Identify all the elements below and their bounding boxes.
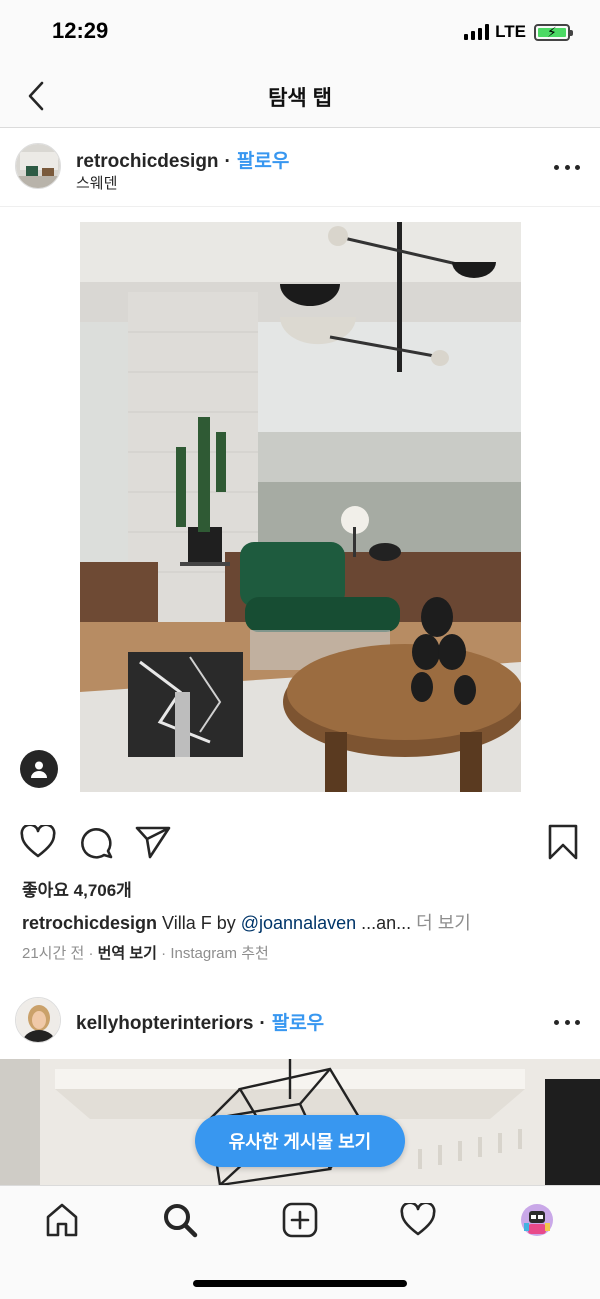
battery-icon: ⚡ bbox=[534, 23, 573, 41]
post-username-row: kellyhopterinteriors · 팔로우 bbox=[76, 1013, 325, 1034]
translate-link[interactable]: 번역 보기 bbox=[98, 945, 157, 962]
home-icon bbox=[46, 1203, 78, 1237]
home-indicator bbox=[193, 1280, 407, 1287]
heart-icon bbox=[20, 825, 56, 858]
page-title: 탐색 탭 bbox=[268, 87, 332, 110]
caption-more-link[interactable]: 더 보기 bbox=[411, 913, 471, 933]
save-button[interactable] bbox=[543, 822, 583, 862]
comment-icon bbox=[81, 828, 113, 859]
signal-icon bbox=[464, 24, 490, 40]
like-button[interactable] bbox=[18, 822, 58, 862]
bookmark-icon bbox=[548, 824, 578, 860]
post-header: retrochicdesign · 팔로우 스웨덴 bbox=[0, 129, 600, 207]
avatar[interactable] bbox=[15, 997, 61, 1043]
search-icon bbox=[164, 1204, 198, 1238]
add-post-icon bbox=[282, 1202, 318, 1238]
share-button[interactable] bbox=[133, 822, 173, 862]
post-username-row: retrochicdesign · 팔로우 bbox=[76, 151, 290, 172]
caption-ellipsis: ...an... bbox=[356, 913, 412, 933]
network-type: LTE bbox=[495, 22, 526, 41]
follow-button[interactable]: 팔로우 bbox=[272, 1013, 324, 1034]
user-tag-icon bbox=[31, 761, 47, 778]
tab-home[interactable] bbox=[40, 1198, 84, 1242]
tab-profile[interactable] bbox=[515, 1198, 559, 1242]
status-bar: 12:29 LTE ⚡ bbox=[0, 0, 600, 64]
post-location[interactable]: 스웨덴 bbox=[76, 172, 117, 193]
follow-button[interactable]: 팔로우 bbox=[237, 151, 289, 172]
recommended-label: Instagram 추천 bbox=[170, 945, 269, 962]
tab-new-post[interactable] bbox=[278, 1198, 322, 1242]
avatar[interactable] bbox=[15, 143, 61, 189]
post-caption: retrochicdesign Villa F by @joannalaven … bbox=[22, 909, 582, 935]
post-username[interactable]: retrochicdesign bbox=[76, 151, 219, 172]
post-photo[interactable] bbox=[80, 222, 521, 792]
tagged-users-button[interactable] bbox=[20, 750, 58, 788]
see-similar-posts-button[interactable]: 유사한 게시물 보기 bbox=[195, 1115, 405, 1167]
post-actions bbox=[0, 818, 600, 866]
caption-text: Villa F by bbox=[157, 913, 241, 933]
tab-search[interactable] bbox=[158, 1198, 202, 1242]
status-time: 12:29 bbox=[52, 18, 109, 43]
status-indicators: LTE ⚡ bbox=[464, 22, 573, 42]
more-options-button[interactable] bbox=[554, 157, 580, 177]
caption-username[interactable]: retrochicdesign bbox=[22, 913, 157, 933]
profile-avatar bbox=[521, 1204, 553, 1236]
bottom-tab-bar bbox=[0, 1185, 600, 1299]
paper-plane-icon bbox=[135, 826, 171, 859]
post-username[interactable]: kellyhopterinteriors bbox=[76, 1013, 253, 1034]
caption-mention[interactable]: @joannalaven bbox=[241, 913, 356, 933]
likes-count[interactable]: 좋아요 4,706개 bbox=[22, 876, 132, 901]
post-header: kellyhopterinteriors · 팔로우 bbox=[0, 983, 600, 1059]
tab-activity[interactable] bbox=[396, 1198, 440, 1242]
more-options-button[interactable] bbox=[554, 1012, 580, 1032]
nav-bar: 탐색 탭 bbox=[0, 64, 600, 128]
post-meta: 21시간 전 · 번역 보기 · Instagram 추천 bbox=[22, 945, 269, 962]
activity-heart-icon bbox=[400, 1203, 436, 1236]
post-time: 21시간 전 bbox=[22, 945, 85, 962]
post-media[interactable] bbox=[0, 206, 600, 806]
comment-button[interactable] bbox=[76, 822, 116, 862]
